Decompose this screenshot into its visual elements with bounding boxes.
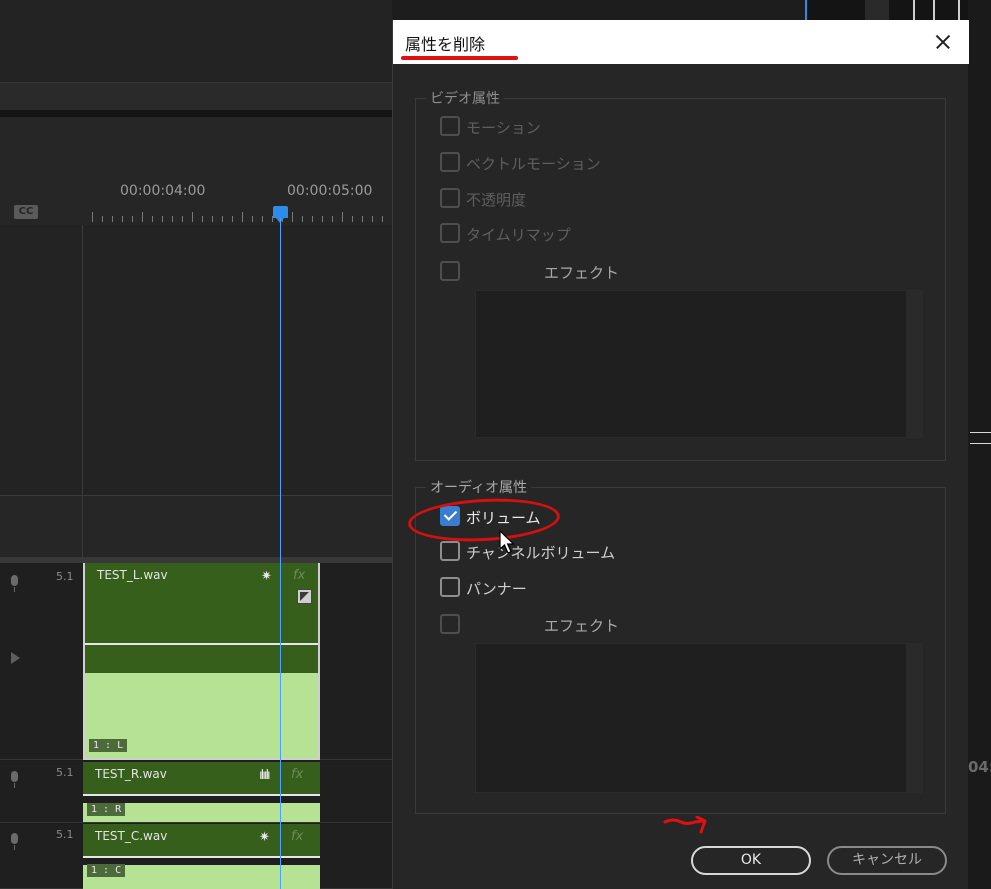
ruler-tick xyxy=(342,212,343,222)
ruler-tick xyxy=(322,216,323,222)
channel-format: 5.1 xyxy=(56,570,74,583)
annotation-underline xyxy=(401,56,518,60)
checkbox-icon[interactable] xyxy=(440,541,460,561)
keyframe-burst-icon: ✷ xyxy=(261,569,272,584)
ruler-tick xyxy=(242,212,243,222)
annotation-arrow-icon xyxy=(663,816,707,834)
microphone-icon[interactable] xyxy=(9,771,20,789)
timecode-fragment: 04: xyxy=(968,758,991,776)
ruler-tick xyxy=(152,216,153,222)
checkbox-label: タイムリマップ xyxy=(466,226,571,244)
audio-clip[interactable]: TEST_R.wav ılıılı fx 1 : R xyxy=(83,762,320,822)
channel-label: 1 : L xyxy=(89,739,128,752)
scrollbar[interactable] xyxy=(906,644,922,792)
time-ruler[interactable] xyxy=(0,117,392,225)
program-panel-area xyxy=(0,0,392,82)
checkbox-label: 不透明度 xyxy=(466,191,527,209)
channel-format: 5.1 xyxy=(56,828,74,841)
ruler-tick xyxy=(332,216,333,222)
checkbox-label: ベクトルモーション xyxy=(466,155,601,173)
checkbox-icon[interactable] xyxy=(440,577,460,597)
microphone-icon[interactable] xyxy=(9,575,20,593)
timecode-label: 00:00:04:00 xyxy=(120,183,206,199)
ruler-ticks xyxy=(92,210,392,222)
close-icon[interactable] xyxy=(928,27,958,57)
ruler-tick xyxy=(252,216,253,222)
ruler-tick xyxy=(222,216,223,222)
ruler-tick xyxy=(212,216,213,222)
ruler-tick xyxy=(312,216,313,222)
ruler-tick xyxy=(112,216,113,222)
clip-name: TEST_R.wav xyxy=(95,767,167,781)
ruler-tick xyxy=(172,216,173,222)
waveform-icon: ılıılı xyxy=(259,768,271,783)
checkbox-icon[interactable] xyxy=(440,614,460,634)
ruler-tick xyxy=(102,216,103,222)
ruler-tick xyxy=(352,216,353,222)
checkbox-label: モーション xyxy=(466,119,541,137)
ruler-tick xyxy=(162,216,163,222)
video-group-legend: ビデオ属性 xyxy=(426,88,504,108)
checkbox-icon[interactable] xyxy=(440,223,460,243)
ruler-tick xyxy=(202,216,203,222)
ruler-tick xyxy=(142,212,143,222)
audio-group-legend: オーディオ属性 xyxy=(426,477,532,497)
checkbox-icon[interactable] xyxy=(440,152,460,172)
ruler-tick xyxy=(192,212,193,222)
clip-name: TEST_C.wav xyxy=(95,829,168,843)
audio-effects-list[interactable] xyxy=(475,643,923,793)
remove-attributes-dialog: 属性を削除 ビデオ属性 モーション ベクトルモーション 不透明度 タイムリマップ… xyxy=(392,20,969,889)
keyframe-burst-icon: ✷ xyxy=(259,830,270,845)
fx-badge-icon: fx xyxy=(291,829,304,844)
expand-track-icon[interactable] xyxy=(11,652,20,664)
fx-badge-icon: fx xyxy=(293,568,306,583)
checkbox-label: エフェクト xyxy=(544,264,620,282)
playhead-handle[interactable] xyxy=(273,206,288,223)
program-monitor-strip xyxy=(805,0,991,20)
ruler-tick xyxy=(382,216,383,222)
microphone-icon[interactable] xyxy=(9,833,20,851)
mouse-cursor-icon xyxy=(499,530,515,554)
ok-button[interactable]: OK xyxy=(691,846,811,875)
checkbox-icon[interactable] xyxy=(440,261,460,281)
ruler-tick xyxy=(372,216,373,222)
ruler-tick xyxy=(182,216,183,222)
dialog-titlebar: 属性を削除 xyxy=(393,20,969,64)
panel-header-bar xyxy=(0,82,392,110)
ruler-tick xyxy=(122,216,123,222)
right-panel-edge: 04: xyxy=(968,0,991,889)
checkbox-label: パンナー xyxy=(466,580,527,598)
ruler-tick xyxy=(302,216,303,222)
checkbox-label: チャンネルボリューム xyxy=(466,544,616,562)
cancel-button[interactable]: キャンセル xyxy=(827,846,947,875)
clip-name: TEST_L.wav xyxy=(97,568,168,582)
fx-badge-icon: fx xyxy=(291,767,304,782)
video-effects-list[interactable] xyxy=(475,290,923,438)
video-track-area xyxy=(0,225,392,495)
checkbox-icon[interactable] xyxy=(440,188,460,208)
audio-clip[interactable]: TEST_L.wav ✷ fx 1 : L xyxy=(83,563,320,760)
ruler-tick xyxy=(262,216,263,222)
audio-clip[interactable]: TEST_C.wav ✷ fx 1 : C xyxy=(83,824,320,889)
playhead-line[interactable] xyxy=(280,218,281,889)
ruler-tick xyxy=(292,212,293,222)
ruler-tick xyxy=(232,216,233,222)
channel-label: 1 : R xyxy=(87,803,126,816)
captions-icon[interactable]: CC xyxy=(14,205,38,219)
ruler-tick xyxy=(92,212,93,222)
track-divider-band xyxy=(0,495,392,557)
scrollbar[interactable] xyxy=(906,291,922,437)
ruler-tick xyxy=(132,216,133,222)
ruler-tick xyxy=(362,216,363,222)
channel-format: 5.1 xyxy=(56,766,74,779)
clip-thumbnail-icon xyxy=(297,589,312,604)
panel-divider xyxy=(0,110,392,117)
dialog-title: 属性を削除 xyxy=(405,35,486,54)
checkbox-icon[interactable] xyxy=(440,116,460,136)
video-attributes-group: ビデオ属性 モーション ベクトルモーション 不透明度 タイムリマップ エフェクト xyxy=(415,88,946,461)
timecode-label: 00:00:05:00 xyxy=(287,183,373,199)
channel-label: 1 : C xyxy=(87,864,126,877)
checkbox-label: エフェクト xyxy=(544,617,620,635)
